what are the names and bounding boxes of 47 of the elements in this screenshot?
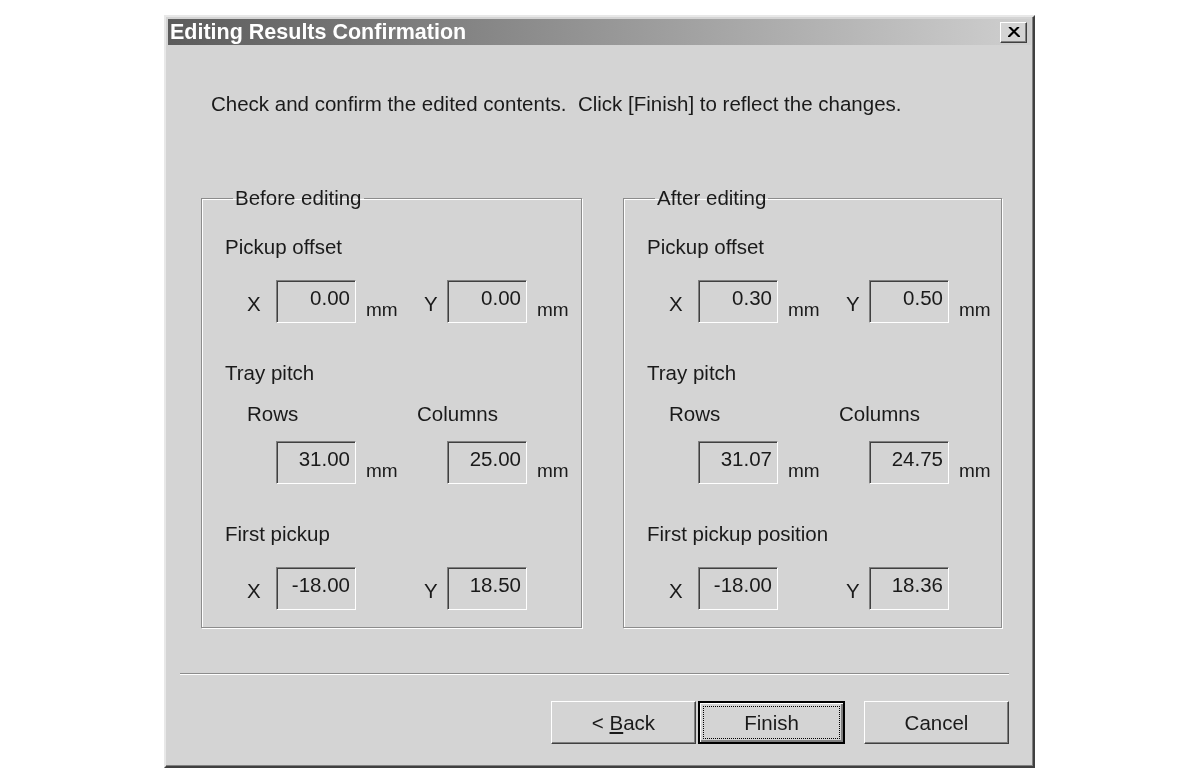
value-field[interactable]: 0.00 — [447, 280, 527, 323]
value-field[interactable]: -18.00 — [276, 567, 356, 610]
axis-label: Y — [846, 577, 861, 602]
value-field[interactable]: 31.00 — [276, 441, 356, 484]
section-label: First pickup — [225, 523, 331, 545]
unit-label: mm — [958, 461, 992, 483]
column-caption: Rows — [247, 403, 300, 425]
close-icon — [1007, 27, 1020, 37]
value-field[interactable]: 18.50 — [447, 567, 527, 610]
close-button[interactable] — [1000, 21, 1027, 43]
value-field[interactable]: 25.00 — [447, 441, 527, 484]
dialog-button[interactable]: Finish — [698, 701, 845, 744]
dialog-button[interactable]: < Back — [551, 701, 696, 744]
unit-label: mm — [787, 300, 821, 322]
unit-label: mm — [536, 300, 570, 322]
axis-label: X — [247, 290, 262, 315]
unit-label: mm — [365, 300, 399, 322]
unit-label: mm — [365, 461, 399, 483]
column-caption: Columns — [417, 403, 499, 425]
section-label: Tray pitch — [225, 362, 316, 384]
group-title: After editing — [656, 188, 768, 208]
column-caption: Rows — [669, 403, 722, 425]
value-field[interactable]: 0.30 — [698, 280, 778, 323]
unit-label: mm — [958, 300, 992, 322]
axis-label: Y — [846, 290, 861, 315]
value-field[interactable]: 18.36 — [869, 567, 949, 610]
dialog-button[interactable]: Cancel — [864, 701, 1009, 744]
axis-label: X — [247, 577, 262, 602]
axis-label: Y — [424, 290, 439, 315]
unit-label: mm — [536, 461, 570, 483]
axis-label: X — [669, 290, 684, 315]
axis-label: X — [669, 577, 684, 602]
column-caption: Columns — [839, 403, 921, 425]
value-field[interactable]: 0.50 — [869, 280, 949, 323]
instruction-text: Check and confirm the edited contents. Click [Finish] to reflect the changes. — [211, 93, 903, 115]
value-field[interactable]: 31.07 — [698, 441, 778, 484]
section-label: Pickup offset — [647, 236, 765, 258]
section-label: Pickup offset — [225, 236, 343, 258]
section-label: First pickup position — [647, 523, 830, 545]
value-field[interactable]: 0.00 — [276, 280, 356, 323]
axis-label: Y — [424, 577, 439, 602]
window-title: Editing Results Confirmation — [170, 19, 467, 45]
group-title: Before editing — [234, 188, 363, 208]
value-field[interactable]: -18.00 — [698, 567, 778, 610]
section-label: Tray pitch — [647, 362, 738, 384]
value-field[interactable]: 24.75 — [869, 441, 949, 484]
unit-label: mm — [787, 461, 821, 483]
